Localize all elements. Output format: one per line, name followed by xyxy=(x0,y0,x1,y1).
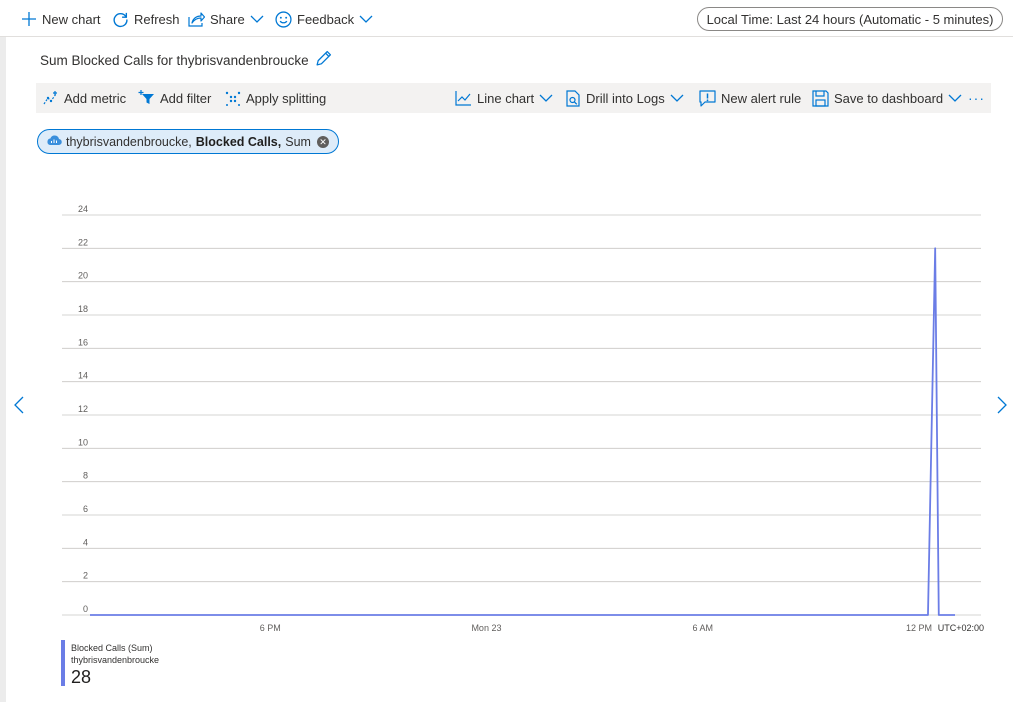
legend-color-swatch xyxy=(61,640,65,686)
y-tick-label: 20 xyxy=(78,271,88,281)
y-tick-label: 22 xyxy=(78,237,88,247)
y-tick-label: 10 xyxy=(78,437,88,447)
series-line xyxy=(90,247,955,616)
legend-value: 28 xyxy=(71,667,92,687)
timezone-label: UTC+02:00 xyxy=(938,623,984,633)
y-tick-label: 8 xyxy=(83,471,88,481)
y-tick-label: 18 xyxy=(78,304,88,314)
y-tick-label: 4 xyxy=(83,537,88,547)
y-tick-label: 6 xyxy=(83,504,88,514)
y-tick-label: 16 xyxy=(78,337,88,347)
y-tick-label: 24 xyxy=(78,204,88,214)
x-tick-label: Mon 23 xyxy=(471,623,501,633)
line-chart: 024681012141618202224 6 PM Mon 23 6 AM 12 P… xyxy=(62,204,984,633)
x-tick-label: 6 PM xyxy=(260,623,281,633)
y-tick-label: 14 xyxy=(78,371,88,381)
x-tick-label: 6 AM xyxy=(692,623,713,633)
legend-series-name: Blocked Calls (Sum) xyxy=(71,643,153,653)
legend-resource: thybrisvandenbroucke xyxy=(71,655,160,665)
x-tick-label: 12 PM xyxy=(906,623,932,633)
y-tick-label: 2 xyxy=(83,571,88,581)
y-tick-label: 12 xyxy=(78,404,88,414)
y-tick-label: 0 xyxy=(83,604,88,614)
